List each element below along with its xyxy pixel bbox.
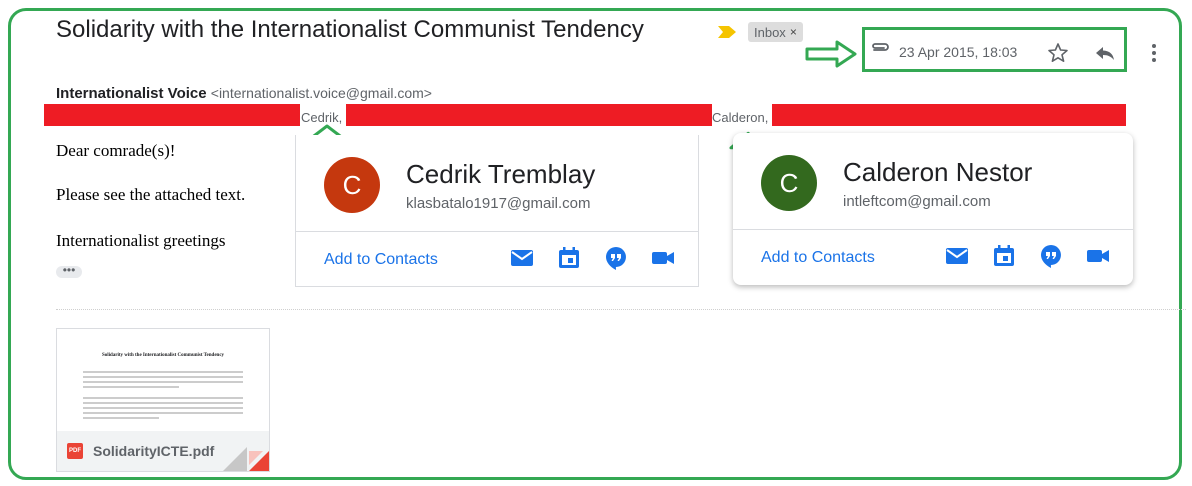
preview-text-line: [83, 376, 243, 378]
preview-text-line: [83, 402, 243, 404]
inbox-label-text: Inbox: [754, 24, 786, 40]
video-icon[interactable]: [1085, 243, 1111, 269]
body-line-signoff: Internationalist greetings: [56, 231, 226, 250]
avatar: C: [761, 155, 817, 211]
mail-icon[interactable]: [509, 245, 535, 271]
contact-card-cedrik: C Cedrik Tremblay klasbatalo1917@gmail.c…: [295, 135, 699, 287]
attachment-card[interactable]: Solidarity with the Internationalist Com…: [56, 328, 270, 472]
preview-text-line: [83, 407, 243, 409]
file-corner-icon: [223, 447, 269, 471]
chat-icon[interactable]: [1038, 243, 1064, 269]
label-arrow-icon[interactable]: [716, 24, 738, 40]
mail-icon[interactable]: [944, 243, 970, 269]
recipient-calderon[interactable]: Calderon,: [712, 110, 768, 125]
preview-text-line: [83, 412, 243, 414]
preview-text-line: [83, 386, 179, 388]
contact-email: intleftcom@gmail.com: [843, 193, 991, 210]
preview-text-line: [83, 371, 243, 373]
contact-name: Cedrik Tremblay: [406, 159, 596, 189]
contact-email: klasbatalo1917@gmail.com: [406, 195, 591, 212]
preview-text-line: [83, 381, 243, 383]
email-date: 23 Apr 2015, 18:03: [899, 44, 1018, 60]
sender-email: <internationalist.voice@gmail.com>: [210, 85, 432, 101]
attachment-preview-title: Solidarity with the Internationalist Com…: [101, 353, 225, 358]
show-trimmed-content-button[interactable]: •••: [56, 264, 82, 278]
redaction-bar: [44, 104, 300, 126]
redaction-bar: [346, 104, 712, 126]
attachments-divider: [56, 309, 1186, 310]
video-icon[interactable]: [650, 245, 676, 271]
attachment-icon: [872, 43, 889, 51]
sender-line: Internationalist Voice <internationalist…: [56, 85, 432, 102]
more-vert-icon[interactable]: [1142, 41, 1166, 65]
remove-label-icon[interactable]: ×: [790, 25, 797, 39]
add-to-contacts-button[interactable]: Add to Contacts: [324, 251, 438, 269]
chat-icon[interactable]: [603, 245, 629, 271]
contact-card-calderon: C Calderon Nestor intleftcom@gmail.com A…: [733, 133, 1133, 285]
body-line-attached: Please see the attached text.: [56, 185, 246, 204]
redaction-bar: [772, 104, 1126, 126]
reply-icon[interactable]: [1093, 41, 1117, 65]
inbox-label-chip[interactable]: Inbox ×: [748, 22, 803, 42]
attachment-filename: SolidarityICTE.pdf: [93, 443, 215, 459]
add-to-contacts-button[interactable]: Add to Contacts: [761, 249, 875, 267]
calendar-icon[interactable]: [556, 245, 582, 271]
divider: [296, 231, 698, 232]
recipient-cedrik[interactable]: Cedrik,: [301, 110, 342, 125]
contact-name: Calderon Nestor: [843, 157, 1033, 187]
annotation-arrow-right: [805, 40, 857, 68]
preview-text-line: [83, 417, 159, 419]
pdf-icon: PDF: [67, 443, 83, 459]
star-icon[interactable]: [1046, 41, 1070, 65]
email-subject: Solidarity with the Internationalist Com…: [56, 16, 644, 43]
sender-name[interactable]: Internationalist Voice: [56, 85, 207, 102]
calendar-icon[interactable]: [991, 243, 1017, 269]
preview-text-line: [83, 397, 243, 399]
avatar: C: [324, 157, 380, 213]
body-line-greeting: Dear comrade(s)!: [56, 141, 176, 160]
divider: [733, 229, 1133, 230]
